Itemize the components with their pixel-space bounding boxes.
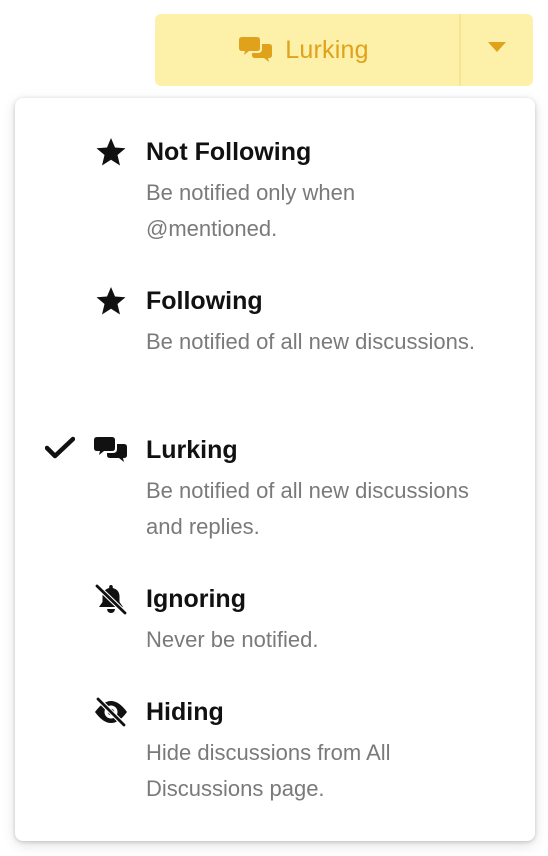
menu-item-title: Not Following bbox=[146, 138, 312, 166]
menu-item-title: Lurking bbox=[146, 436, 238, 464]
eye-slash-icon bbox=[93, 696, 129, 728]
star-icon bbox=[93, 285, 129, 317]
menu-item-title: Following bbox=[146, 287, 263, 315]
subscription-split-button: Lurking bbox=[155, 14, 533, 86]
subscription-button[interactable]: Lurking bbox=[155, 14, 459, 86]
dropdown-toggle-button[interactable] bbox=[461, 14, 533, 86]
subscription-button-label: Lurking bbox=[285, 35, 369, 64]
menu-item-description: Be notified of all new discussions. bbox=[146, 329, 475, 354]
star-icon bbox=[93, 136, 129, 168]
menu-item-description: Never be notified. bbox=[146, 627, 319, 652]
menu-item-description: Be notified of all new discussions and r… bbox=[146, 478, 469, 539]
menu-item-description: Hide discussions from All Discussions pa… bbox=[146, 740, 391, 801]
menu-item-description: Be notified only when @mentioned. bbox=[146, 180, 356, 241]
caret-down-icon bbox=[488, 41, 506, 59]
checkmark-icon bbox=[44, 436, 76, 464]
comments-icon bbox=[93, 434, 129, 466]
menu-item-title: Hiding bbox=[146, 698, 224, 726]
bell-slash-icon bbox=[93, 583, 129, 615]
comments-icon bbox=[239, 35, 273, 65]
subscription-dropdown-menu: Not Following Be notified only when @men… bbox=[15, 98, 535, 841]
menu-item-title: Ignoring bbox=[146, 585, 246, 613]
